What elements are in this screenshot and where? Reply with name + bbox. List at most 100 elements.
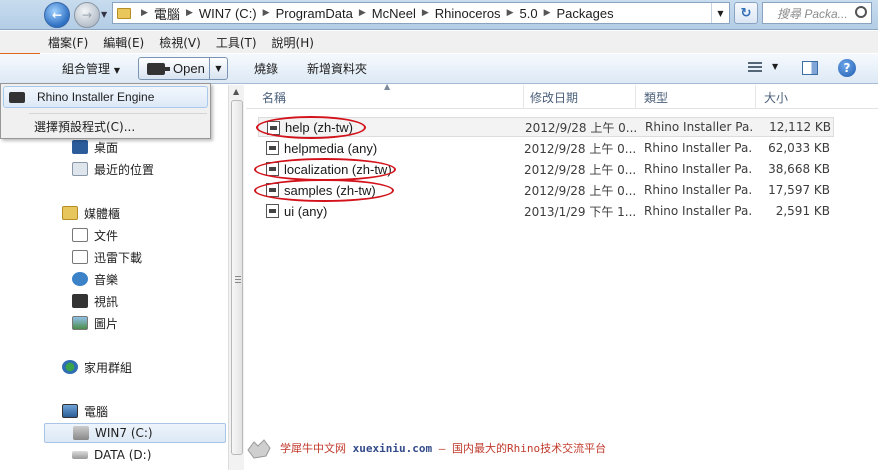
navigation-pane: 桌面 最近的位置 媒體櫃 文件 迅雷下載 音樂 視訊 圖片 家用群組 電腦 WI… (0, 85, 228, 470)
views-icon[interactable] (748, 62, 762, 74)
file-date: 2012/9/28 上午 0... (524, 162, 637, 177)
menu-item-rhino-installer[interactable]: Rhino Installer Engine (3, 86, 208, 108)
command-bar: 組合管理 ▼ Open ▼ 燒錄 新增資料夾 ▼ ? (0, 54, 878, 84)
file-name[interactable]: ui (any) (284, 204, 524, 219)
breadcrumb-version[interactable]: 5.0 (519, 6, 537, 21)
menu-edit[interactable]: 編輯(E) (103, 34, 144, 51)
file-size: 38,668 KB (768, 162, 830, 176)
breadcrumb-separator-icon[interactable]: ▶ (359, 8, 366, 18)
file-row[interactable]: help (zh-tw) 2012/9/28 上午 0... Rhino Ins… (258, 117, 834, 137)
menu-divider (29, 113, 207, 114)
package-file-icon (267, 121, 280, 135)
nav-item-libraries[interactable]: 媒體櫃 (62, 203, 120, 223)
breadcrumb-separator-icon[interactable]: ▶ (141, 8, 148, 18)
menu-view[interactable]: 檢視(V) (159, 34, 201, 51)
file-date: 2012/9/28 上午 0... (525, 120, 638, 135)
file-name[interactable]: samples (zh-tw) (284, 183, 524, 198)
file-size: 17,597 KB (768, 183, 830, 197)
nav-item-thunder[interactable]: 迅雷下載 (72, 247, 142, 267)
documents-icon (72, 228, 88, 242)
file-row[interactable]: localization (zh-tw) 2012/9/28 上午 0... R… (258, 159, 834, 179)
nav-item-pictures[interactable]: 圖片 (72, 313, 118, 333)
nav-item-videos[interactable]: 視訊 (72, 291, 118, 311)
breadcrumb-mcneel[interactable]: McNeel (372, 6, 416, 21)
address-history-chevron-icon[interactable]: ▼ (711, 3, 729, 23)
new-folder-button[interactable]: 新增資料夾 (307, 60, 367, 77)
menu-item-label: Rhino Installer Engine (37, 90, 155, 104)
rhino-logo-icon (247, 439, 271, 459)
watermark-url: xuexiniu.com (352, 442, 433, 455)
plug-icon (147, 62, 170, 75)
refresh-icon: ↻ (740, 5, 752, 21)
breadcrumb-separator-icon[interactable]: ▶ (263, 8, 270, 18)
nav-scrollbar[interactable]: ▲ (228, 85, 244, 470)
nav-item-drive-d[interactable]: DATA (D:) (72, 445, 151, 465)
breadcrumb-rhinoceros[interactable]: Rhinoceros (435, 6, 501, 21)
package-file-icon (266, 162, 279, 176)
breadcrumb-drive-c[interactable]: WIN7 (C:) (199, 6, 257, 21)
menu-tools[interactable]: 工具(T) (216, 34, 257, 51)
nav-item-label: 圖片 (94, 316, 119, 331)
recent-pages-chevron-icon[interactable]: ▼ (101, 10, 107, 19)
package-file-icon (266, 183, 279, 197)
nav-item-label: 視訊 (94, 294, 119, 309)
breadcrumb-programdata[interactable]: ProgramData (276, 6, 353, 21)
address-bar[interactable]: ▶ 電腦 ▶ WIN7 (C:) ▶ ProgramData ▶ McNeel … (112, 2, 730, 24)
file-type: Rhino Installer Pa... (644, 183, 752, 197)
search-input[interactable]: 搜尋 Packa... (762, 2, 872, 24)
recent-places-icon (72, 162, 88, 176)
file-name[interactable]: helpmedia (any) (284, 141, 524, 156)
burn-button[interactable]: 燒錄 (254, 60, 278, 77)
nav-item-label: 媒體櫃 (84, 206, 121, 221)
breadcrumb-separator-icon[interactable]: ▶ (507, 8, 514, 18)
nav-item-music[interactable]: 音樂 (72, 269, 118, 289)
scrollbar-thumb[interactable] (231, 100, 243, 455)
refresh-button[interactable]: ↻ (734, 2, 758, 24)
breadcrumb-separator-icon[interactable]: ▶ (186, 8, 193, 18)
nav-item-documents[interactable]: 文件 (72, 225, 118, 245)
organize-chevron-icon: ▼ (113, 66, 120, 75)
views-chevron-icon[interactable]: ▼ (772, 62, 778, 71)
nav-item-drive-c[interactable]: WIN7 (C:) (44, 423, 226, 443)
nav-item-desktop[interactable]: 桌面 (72, 137, 118, 157)
menu-bar: 檔案(F) 編輯(E) 檢視(V) 工具(T) 說明(H) (0, 31, 878, 53)
nav-item-computer[interactable]: 電腦 (62, 401, 108, 421)
column-header-date[interactable]: 修改日期 (524, 85, 636, 109)
file-size: 12,112 KB (769, 120, 831, 134)
open-button[interactable]: Open ▼ (138, 57, 228, 80)
file-name[interactable]: localization (zh-tw) (284, 162, 524, 177)
breadcrumb-packages[interactable]: Packages (556, 6, 613, 21)
preview-pane-icon[interactable] (802, 61, 818, 75)
file-name[interactable]: help (zh-tw) (285, 120, 525, 135)
open-chevron-icon[interactable]: ▼ (209, 58, 227, 79)
nav-item-label: 電腦 (84, 404, 109, 419)
file-row[interactable]: ui (any) 2013/1/29 下午 1... Rhino Install… (258, 201, 834, 221)
back-button[interactable]: ← (44, 2, 70, 28)
breadcrumb-separator-icon[interactable]: ▶ (544, 8, 551, 18)
breadcrumb-separator-icon[interactable]: ▶ (422, 8, 429, 18)
plug-icon (9, 91, 25, 103)
library-icon (62, 206, 78, 220)
file-type: Rhino Installer Pa... (645, 120, 753, 134)
column-header-type[interactable]: 類型 (638, 85, 756, 109)
search-icon[interactable] (855, 6, 867, 18)
scroll-up-icon[interactable]: ▲ (233, 87, 239, 96)
column-header-size[interactable]: 大小 (758, 85, 828, 109)
grip-icon (235, 276, 241, 283)
organize-button[interactable]: 組合管理 ▼ (62, 60, 120, 77)
file-row[interactable]: helpmedia (any) 2012/9/28 上午 0... Rhino … (258, 138, 834, 158)
menu-help[interactable]: 說明(H) (272, 34, 314, 51)
menu-file[interactable]: 檔案(F) (48, 34, 88, 51)
file-row[interactable]: samples (zh-tw) 2012/9/28 上午 0... Rhino … (258, 180, 834, 200)
nav-item-label: 桌面 (94, 140, 119, 155)
search-placeholder: 搜尋 Packa... (777, 6, 848, 21)
nav-item-label: 最近的位置 (94, 162, 155, 177)
nav-item-recent[interactable]: 最近的位置 (72, 159, 154, 179)
organize-label: 組合管理 (62, 62, 111, 76)
menu-item-choose-default[interactable]: 選擇預設程式(C)... (34, 118, 135, 135)
nav-item-homegroup[interactable]: 家用群組 (62, 357, 132, 377)
breadcrumb-computer[interactable]: 電腦 (154, 4, 180, 23)
help-icon[interactable]: ? (838, 59, 856, 77)
pictures-icon (72, 316, 88, 330)
forward-button[interactable]: → (74, 2, 100, 28)
